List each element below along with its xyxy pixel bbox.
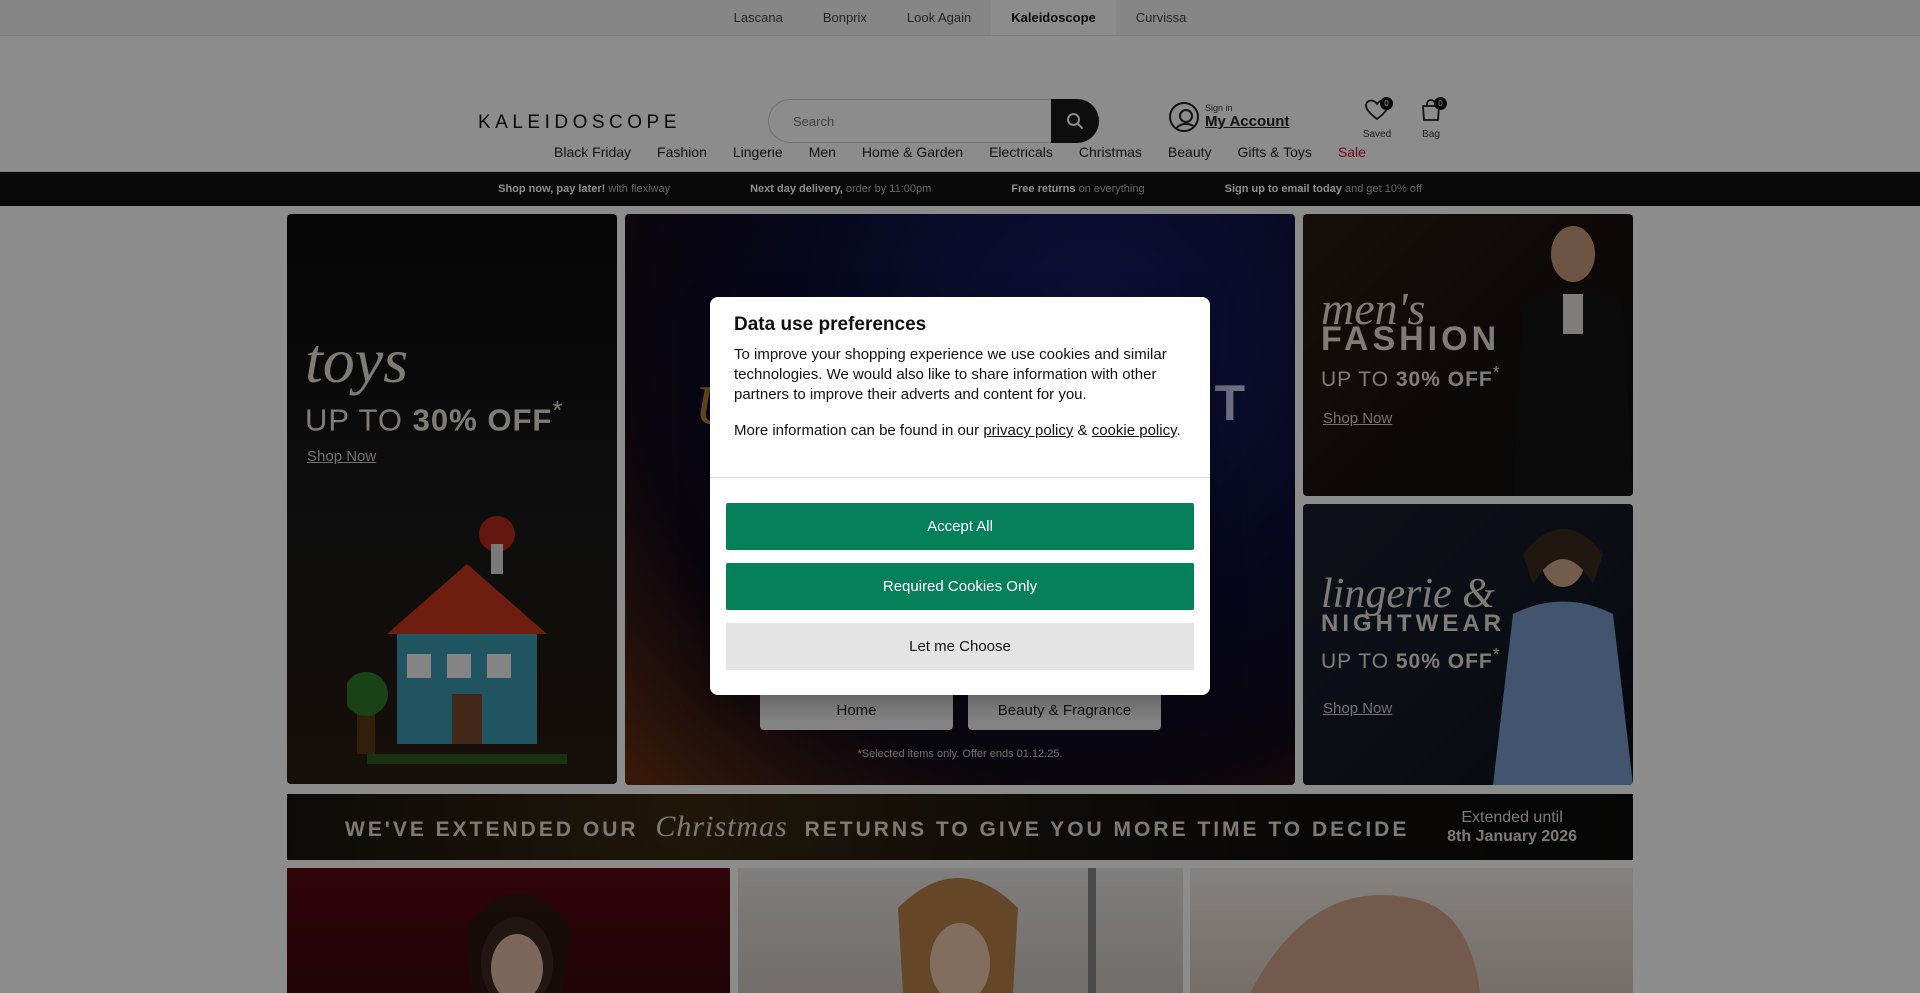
modal-title: Data use preferences <box>734 314 927 335</box>
modal-divider <box>710 477 1210 478</box>
cookie-preferences-modal: Data use preferences To improve your sho… <box>710 297 1210 695</box>
paragraph-2-prefix: More information can be found in our <box>734 422 980 439</box>
let-me-choose-button[interactable]: Let me Choose <box>726 623 1194 670</box>
cookie-policy-link[interactable]: cookie policy <box>1092 422 1177 439</box>
required-cookies-only-button[interactable]: Required Cookies Only <box>726 563 1194 610</box>
ampersand: & <box>1077 422 1088 439</box>
modal-paragraph-2: More information can be found in our pri… <box>734 421 1186 441</box>
privacy-policy-link[interactable]: privacy policy <box>983 422 1073 439</box>
accept-all-button[interactable]: Accept All <box>726 503 1194 550</box>
period: . <box>1176 422 1181 439</box>
modal-body: To improve your shopping experience we u… <box>734 345 1186 441</box>
modal-paragraph-1: To improve your shopping experience we u… <box>734 346 1167 403</box>
